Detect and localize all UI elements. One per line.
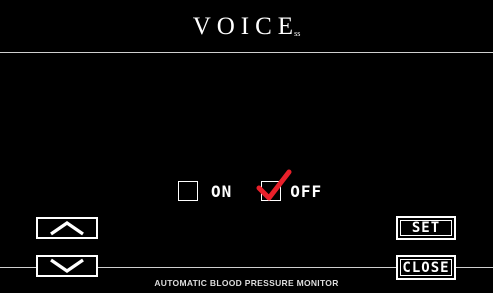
footer-text: AUTOMATIC BLOOD PRESSURE MONITOR: [154, 278, 339, 288]
chevron-down-icon: [50, 258, 84, 273]
scroll-down-button[interactable]: [36, 255, 98, 277]
chevron-up-icon: [50, 221, 84, 236]
check-mark-icon: [256, 169, 292, 201]
page-title: VOICE: [192, 13, 300, 40]
scroll-up-button[interactable]: [36, 217, 98, 239]
close-button[interactable]: CLOSE: [396, 255, 456, 280]
footer-divider-right: [456, 267, 493, 268]
off-checkbox[interactable]: [256, 169, 292, 201]
on-label: ON: [211, 181, 233, 201]
footer-divider-left: [0, 267, 36, 268]
on-checkbox[interactable]: [178, 181, 198, 201]
voice-options: ON OFF: [178, 169, 323, 202]
set-button[interactable]: SET: [396, 216, 456, 240]
footer-divider: [98, 267, 396, 268]
off-label: OFF: [290, 181, 323, 201]
title-mark: ss: [294, 28, 301, 38]
title-bar: VOICE ss: [0, 0, 493, 53]
